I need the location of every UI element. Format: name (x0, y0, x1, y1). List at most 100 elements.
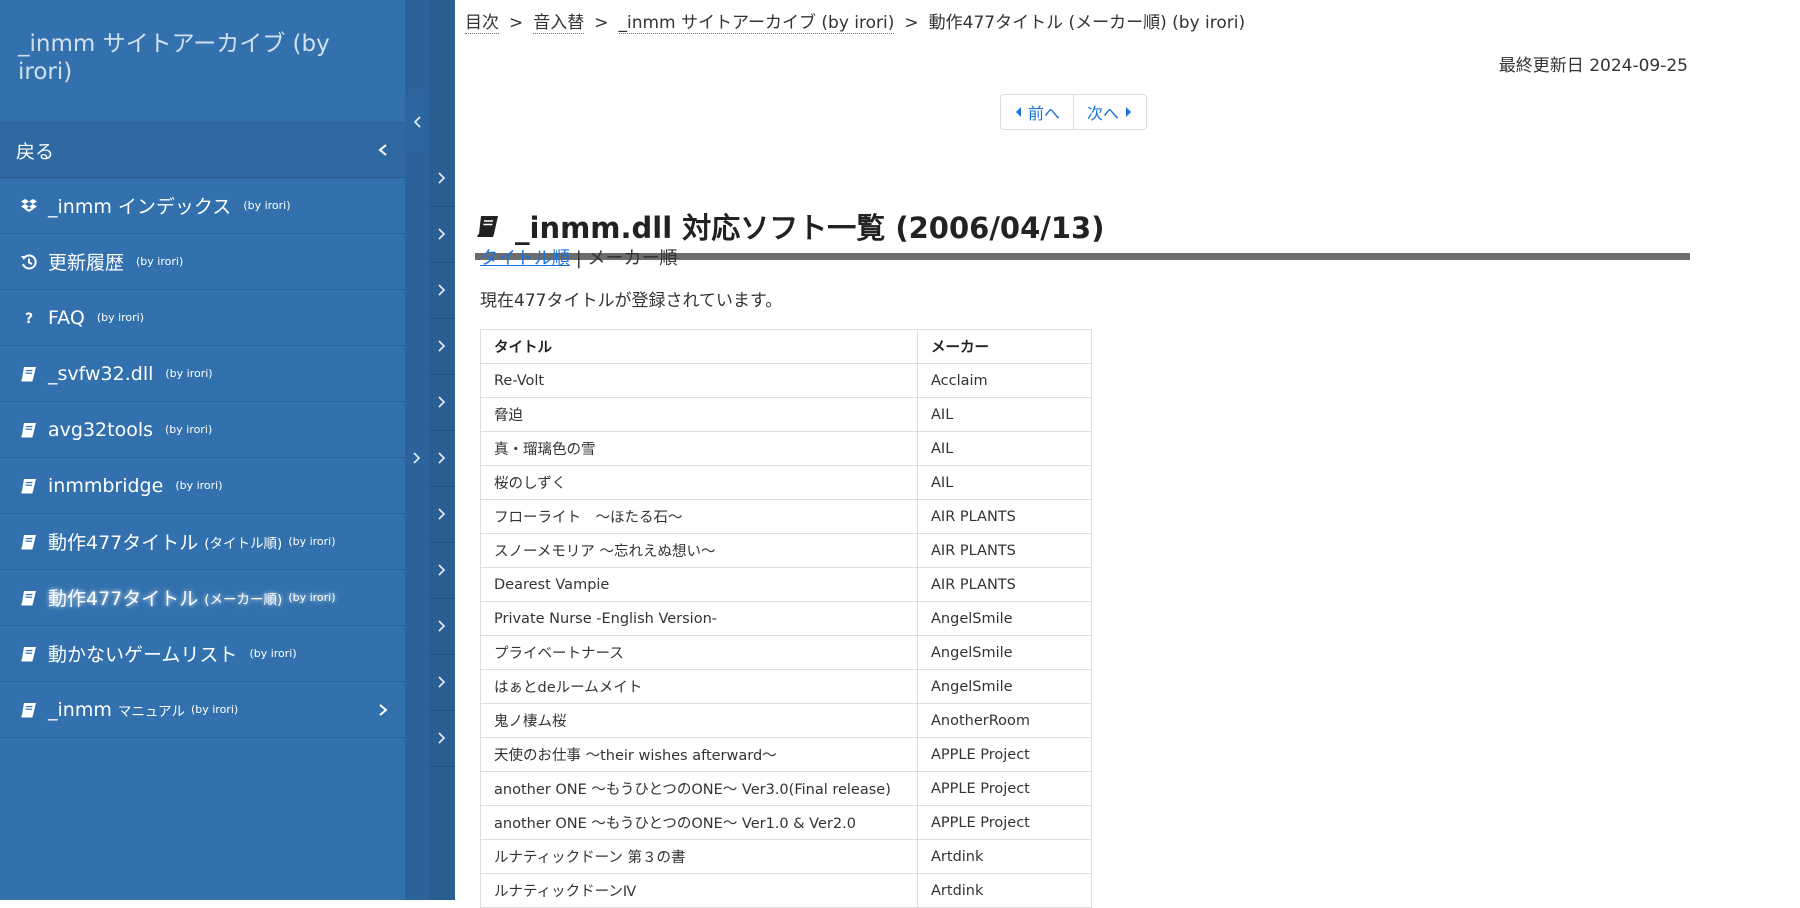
rail-expand-button[interactable] (429, 150, 455, 207)
sidebar-item-author: (by irori) (96, 311, 145, 324)
sidebar-item-author: (by irori) (249, 647, 297, 660)
cell-maker: AngelSmile (917, 601, 1092, 636)
sidebar-item-label: inmmbridge (48, 474, 164, 497)
sidebar-item-author: (by irori) (243, 199, 291, 212)
sidebar-item-9[interactable]: _inmm マニュアル (by irori) (0, 682, 405, 738)
table-row: スノーメモリア ～忘れえぬ想い～ AIR PLANTS (480, 533, 1092, 568)
breadcrumb-item-sound[interactable]: 音入替 (533, 13, 585, 34)
cell-maker: AIL (917, 465, 1092, 500)
book-icon (18, 419, 40, 441)
sidebar-item-5[interactable]: inmmbridge (by irori) (0, 458, 405, 514)
rail-expand-button[interactable] (429, 710, 455, 767)
cell-title: はぁとdeルームメイト (480, 669, 918, 704)
rail-expand-button[interactable] (429, 318, 455, 375)
pager: 前へ 次へ (1000, 94, 1148, 130)
sidebar-item-sublabel: (メーカー順) (204, 591, 283, 608)
cell-title: Re-Volt (480, 363, 918, 398)
book-icon (18, 643, 40, 665)
sidebar-item-label: 動作477タイトル (48, 588, 199, 610)
breadcrumb-separator: > (509, 13, 524, 33)
table-row: 天使のお仕事 ～their wishes afterward～ APPLE Pro… (480, 737, 1092, 772)
table-row: Re-Volt Acclaim (480, 363, 1092, 398)
sidebar-item-label: _inmm (48, 698, 112, 721)
cell-maker: Artdink (917, 873, 1092, 908)
sort-separator: | (575, 248, 582, 269)
sidebar-item-label: FAQ (48, 306, 85, 329)
cell-maker: AngelSmile (917, 669, 1092, 704)
column-header-title: タイトル (480, 329, 918, 364)
cell-title: another ONE ～もうひとつのONE～ Ver1.0 & Ver2.0 (480, 805, 918, 840)
table-row: another ONE ～もうひとつのONE～ Ver3.0(Final rel… (480, 771, 1092, 806)
sidebar-item-label: _inmm インデックス (48, 196, 232, 218)
sidebar-item-label: 動かないゲームリスト (48, 644, 238, 666)
sidebar-item-4[interactable]: avg32tools (by irori) (0, 402, 405, 458)
back-button[interactable]: 戻る (0, 123, 405, 178)
rail-expand-button[interactable] (429, 262, 455, 319)
sidebar-item-label: 更新履歴 (48, 252, 125, 274)
sidebar-item-6[interactable]: 動作477タイトル (タイトル順) (by irori) (0, 514, 405, 570)
chevron-right-icon (438, 340, 446, 352)
book-icon (18, 363, 40, 385)
cell-maker: APPLE Project (917, 771, 1092, 806)
breadcrumb: 目次 > 音入替 > _inmm サイトアーカイブ (by irori) > 動作477タイ… (465, 8, 1246, 34)
next-page-label: 次へ (1087, 104, 1120, 123)
table-row: プライベートナース AngelSmile (480, 635, 1092, 670)
rail-expand-button[interactable] (429, 654, 455, 711)
next-page-button[interactable]: 次へ (1073, 95, 1146, 129)
rail-expand-button[interactable] (429, 374, 455, 431)
sort-current-label: メーカー順 (587, 248, 678, 269)
prev-page-button[interactable]: 前へ (1001, 95, 1073, 129)
rail-expand-button[interactable] (429, 542, 455, 599)
breadcrumb-separator: > (904, 13, 919, 33)
cell-maker: AIL (917, 397, 1092, 432)
rail-expand-button[interactable] (429, 598, 455, 655)
breadcrumb-item-index[interactable]: 目次 (465, 13, 499, 34)
sidebar-item-author: (by irori) (288, 535, 336, 548)
chevron-right-icon (438, 228, 446, 240)
cell-maker: AngelSmile (917, 635, 1092, 670)
sort-by-title-link[interactable]: タイトル順 (480, 248, 570, 269)
sidebar-item-author: (by irori) (288, 591, 336, 604)
caret-left-icon (1016, 107, 1021, 117)
sidebar-item-7[interactable]: 動作477タイトル (メーカー順) (by irori) (0, 570, 405, 626)
sidebar-item-3[interactable]: _svfw32.dll (by irori) (0, 346, 405, 402)
titles-table: タイトル メーカー Re-Volt Acclaim 脅迫 AIL 真・瑠璃色の雪 AIL 桜… (480, 329, 1092, 908)
cell-title: another ONE ～もうひとつのONE～ Ver3.0(Final rel… (480, 771, 918, 806)
book-icon (18, 531, 40, 553)
collapse-sidebar-button[interactable] (405, 94, 429, 150)
table-row: another ONE ～もうひとつのONE～ Ver1.0 & Ver2.0 A… (480, 805, 1092, 840)
cell-title: Dearest Vampie (480, 567, 918, 602)
site-title[interactable]: _inmm サイトアーカイブ (by irori) (0, 0, 405, 123)
prev-page-label: 前へ (1028, 104, 1061, 123)
column-header-maker: メーカー (917, 329, 1092, 364)
sidebar-item-8[interactable]: 動かないゲームリスト (by irori) (0, 626, 405, 682)
main-content: 目次 > 音入替 > _inmm サイトアーカイブ (by irori) > 動作477タイ… (455, 0, 1800, 908)
cell-maker: Artdink (917, 839, 1092, 874)
history-icon (18, 251, 40, 273)
cell-maker: AIR PLANTS (917, 499, 1092, 534)
cell-maker: AIL (917, 431, 1092, 466)
chevron-left-icon (377, 143, 389, 157)
chevron-right-icon (438, 452, 446, 464)
rail-expand-button[interactable] (429, 206, 455, 263)
table-row: Dearest Vampie AIR PLANTS (480, 567, 1092, 602)
last-updated-date: 最終更新日 2024-09-25 (1498, 56, 1688, 76)
cell-maker: APPLE Project (917, 805, 1092, 840)
sidebar-item-author: (by irori) (136, 255, 184, 268)
sidebar-item-0[interactable]: _inmm インデックス (by irori) (0, 178, 405, 234)
rail-expand-button[interactable] (429, 430, 455, 487)
chevron-right-icon (438, 396, 446, 408)
breadcrumb-item-archive[interactable]: _inmm サイトアーカイブ (by irori) (618, 13, 895, 34)
chevron-right-icon (438, 620, 446, 632)
rail-expand-button[interactable] (429, 486, 455, 543)
cell-maker: AIR PLANTS (917, 533, 1092, 568)
cell-title: フローライト ～ほたる石～ (480, 499, 918, 534)
sidebar-item-1[interactable]: 更新履歴 (by irori) (0, 234, 405, 290)
sidebar-item-2[interactable]: ? FAQ (by irori) (0, 290, 405, 346)
book-icon (18, 587, 40, 609)
sort-links: タイトル順 | メーカー順 (480, 244, 678, 270)
chevron-right-icon (438, 172, 446, 184)
chevron-left-icon (413, 116, 421, 128)
table-row: フローライト ～ほたる石～ AIR PLANTS (480, 499, 1092, 534)
breadcrumb-current: 動作477タイトル (メーカー順) (by irori) (928, 13, 1246, 33)
